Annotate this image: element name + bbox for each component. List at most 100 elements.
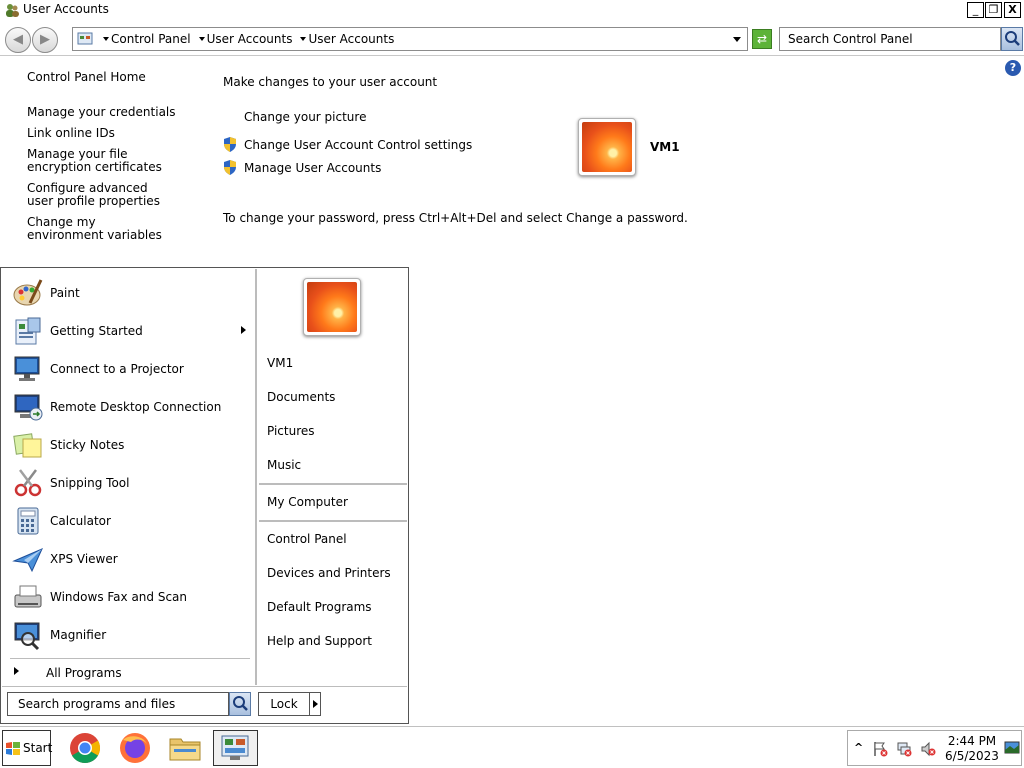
start-item-help-support[interactable]: Help and Support xyxy=(267,634,372,648)
program-fax-scan[interactable]: Windows Fax and Scan xyxy=(10,579,250,615)
start-item-control-panel[interactable]: Control Panel xyxy=(267,532,347,546)
chrome-icon[interactable] xyxy=(65,730,105,766)
taskbar-control-panel-button[interactable] xyxy=(213,730,258,766)
lock-button[interactable]: Lock xyxy=(258,692,310,716)
refresh-icon[interactable]: ⇄ xyxy=(752,29,772,49)
volume-muted-icon[interactable] xyxy=(920,741,936,757)
address-bar[interactable]: Control Panel User Accounts User Accounts xyxy=(72,27,748,51)
program-magnifier[interactable]: Magnifier xyxy=(10,617,250,653)
start-menu-places: VM1 Documents Pictures Music My Computer… xyxy=(257,269,408,685)
clock-date: 6/5/2023 xyxy=(945,749,999,763)
program-sticky-notes[interactable]: Sticky Notes xyxy=(10,427,250,463)
flower-picture xyxy=(582,122,632,172)
start-menu: Paint Getting Started Connect to a Proje… xyxy=(0,267,409,724)
firefox-icon[interactable] xyxy=(115,730,155,766)
action-center-flag-icon[interactable] xyxy=(872,741,888,757)
program-snipping-tool[interactable]: Snipping Tool xyxy=(10,465,250,501)
magnifier-icon xyxy=(14,622,40,651)
manage-user-accounts-label: Manage User Accounts xyxy=(244,161,382,175)
show-desktop-icon[interactable] xyxy=(1004,739,1020,757)
title-bar[interactable]: User Accounts _ ❐ X xyxy=(0,0,1024,20)
chevron-down-icon[interactable] xyxy=(300,36,307,41)
xps-viewer-icon xyxy=(12,548,43,573)
change-picture-link[interactable]: Change your picture xyxy=(244,110,366,124)
program-label: Magnifier xyxy=(50,628,107,642)
all-programs-button[interactable]: All Programs xyxy=(10,658,250,682)
system-tray: ^ 2:44 PM 6/5/2023 xyxy=(847,730,1022,766)
control-panel-home-link[interactable]: Control Panel Home xyxy=(27,70,212,84)
chevron-down-icon[interactable] xyxy=(103,36,109,41)
minimize-button[interactable]: _ xyxy=(967,2,984,18)
advanced-profile-link[interactable]: Configure advanced user profile properti… xyxy=(27,182,177,208)
search-icon[interactable] xyxy=(1001,27,1023,51)
windows-logo-icon xyxy=(6,742,20,755)
program-getting-started[interactable]: Getting Started xyxy=(10,313,250,349)
address-dropdown-icon[interactable] xyxy=(733,37,741,42)
forward-button[interactable]: ▶ xyxy=(32,27,58,53)
program-label: Remote Desktop Connection xyxy=(50,400,222,414)
file-encryption-link[interactable]: Manage your file encryption certificates xyxy=(27,148,192,174)
breadcrumb: Control Panel User Accounts User Accounts xyxy=(97,32,396,46)
search-programs-input[interactable]: Search programs and files xyxy=(7,692,229,716)
help-icon[interactable]: ? xyxy=(1005,60,1021,76)
all-programs-label: All Programs xyxy=(46,666,122,680)
submenu-arrow-icon[interactable] xyxy=(241,326,246,334)
program-label: Calculator xyxy=(50,514,111,528)
start-button[interactable]: Start xyxy=(2,730,53,766)
breadcrumb-user-accounts[interactable]: User Accounts xyxy=(207,32,293,46)
start-item-music[interactable]: Music xyxy=(267,458,301,472)
uac-settings-label: Change User Account Control settings xyxy=(244,138,473,152)
program-label: Getting Started xyxy=(50,324,143,338)
program-label: Windows Fax and Scan xyxy=(50,590,188,604)
manage-user-accounts-link[interactable]: Manage User Accounts xyxy=(223,160,381,175)
getting-started-icon xyxy=(15,317,41,345)
start-menu-user-picture[interactable] xyxy=(303,278,361,336)
left-nav: Control Panel Home Manage your credentia… xyxy=(27,70,212,250)
sticky-notes-icon xyxy=(13,433,42,458)
back-button[interactable]: ◀ xyxy=(5,27,31,53)
show-hidden-icons-button[interactable]: ^ xyxy=(854,741,863,754)
flower-picture xyxy=(307,282,357,332)
uac-settings-link[interactable]: Change User Account Control settings xyxy=(223,137,472,152)
breadcrumb-control-panel[interactable]: Control Panel xyxy=(111,32,191,46)
start-item-user[interactable]: VM1 xyxy=(267,356,293,370)
search-icon[interactable] xyxy=(229,692,251,716)
calculator-icon xyxy=(17,507,39,535)
page-heading: Make changes to your user account xyxy=(223,75,438,89)
breadcrumb-user-accounts-current[interactable]: User Accounts xyxy=(308,32,394,46)
environment-variables-link[interactable]: Change my environment variables xyxy=(27,216,167,242)
network-icon[interactable] xyxy=(896,741,912,757)
start-item-computer[interactable]: My Computer xyxy=(267,495,348,509)
start-item-devices-printers[interactable]: Devices and Printers xyxy=(267,566,391,580)
start-item-pictures[interactable]: Pictures xyxy=(267,424,315,438)
search-control-panel-input[interactable]: Search Control Panel xyxy=(779,27,1001,51)
start-item-default-programs[interactable]: Default Programs xyxy=(267,600,372,614)
taskbar: Start ^ 2:44 PM 6/5/2023 xyxy=(0,726,1024,768)
restore-button[interactable]: ❐ xyxy=(985,2,1002,18)
program-label: Snipping Tool xyxy=(50,476,130,490)
password-note: To change your password, press Ctrl+Alt+… xyxy=(223,211,688,225)
clock[interactable]: 2:44 PM 6/5/2023 xyxy=(942,734,1002,764)
program-xps-viewer[interactable]: XPS Viewer xyxy=(10,541,250,577)
program-connect-projector[interactable]: Connect to a Projector xyxy=(10,351,250,387)
fax-scan-icon xyxy=(14,585,42,608)
expand-arrow-icon xyxy=(14,667,19,675)
start-item-documents[interactable]: Documents xyxy=(267,390,335,404)
file-explorer-icon[interactable] xyxy=(165,730,205,766)
shutdown-options-arrow-icon[interactable] xyxy=(309,692,321,716)
link-online-ids-link[interactable]: Link online IDs xyxy=(27,127,212,140)
program-calculator[interactable]: Calculator xyxy=(10,503,250,539)
shield-icon xyxy=(224,160,236,175)
user-picture xyxy=(578,118,636,176)
user-accounts-icon xyxy=(6,4,19,17)
manage-credentials-link[interactable]: Manage your credentials xyxy=(27,106,212,119)
program-paint[interactable]: Paint xyxy=(10,275,250,311)
start-label: Start xyxy=(23,741,53,755)
snipping-tool-icon xyxy=(14,469,42,497)
program-label: Connect to a Projector xyxy=(50,362,184,376)
main-content: Make changes to your user account Change… xyxy=(223,75,1023,175)
chevron-down-icon[interactable] xyxy=(198,36,205,41)
close-button[interactable]: X xyxy=(1004,2,1021,18)
control-panel-icon xyxy=(221,735,249,760)
program-remote-desktop[interactable]: Remote Desktop Connection xyxy=(10,389,250,425)
